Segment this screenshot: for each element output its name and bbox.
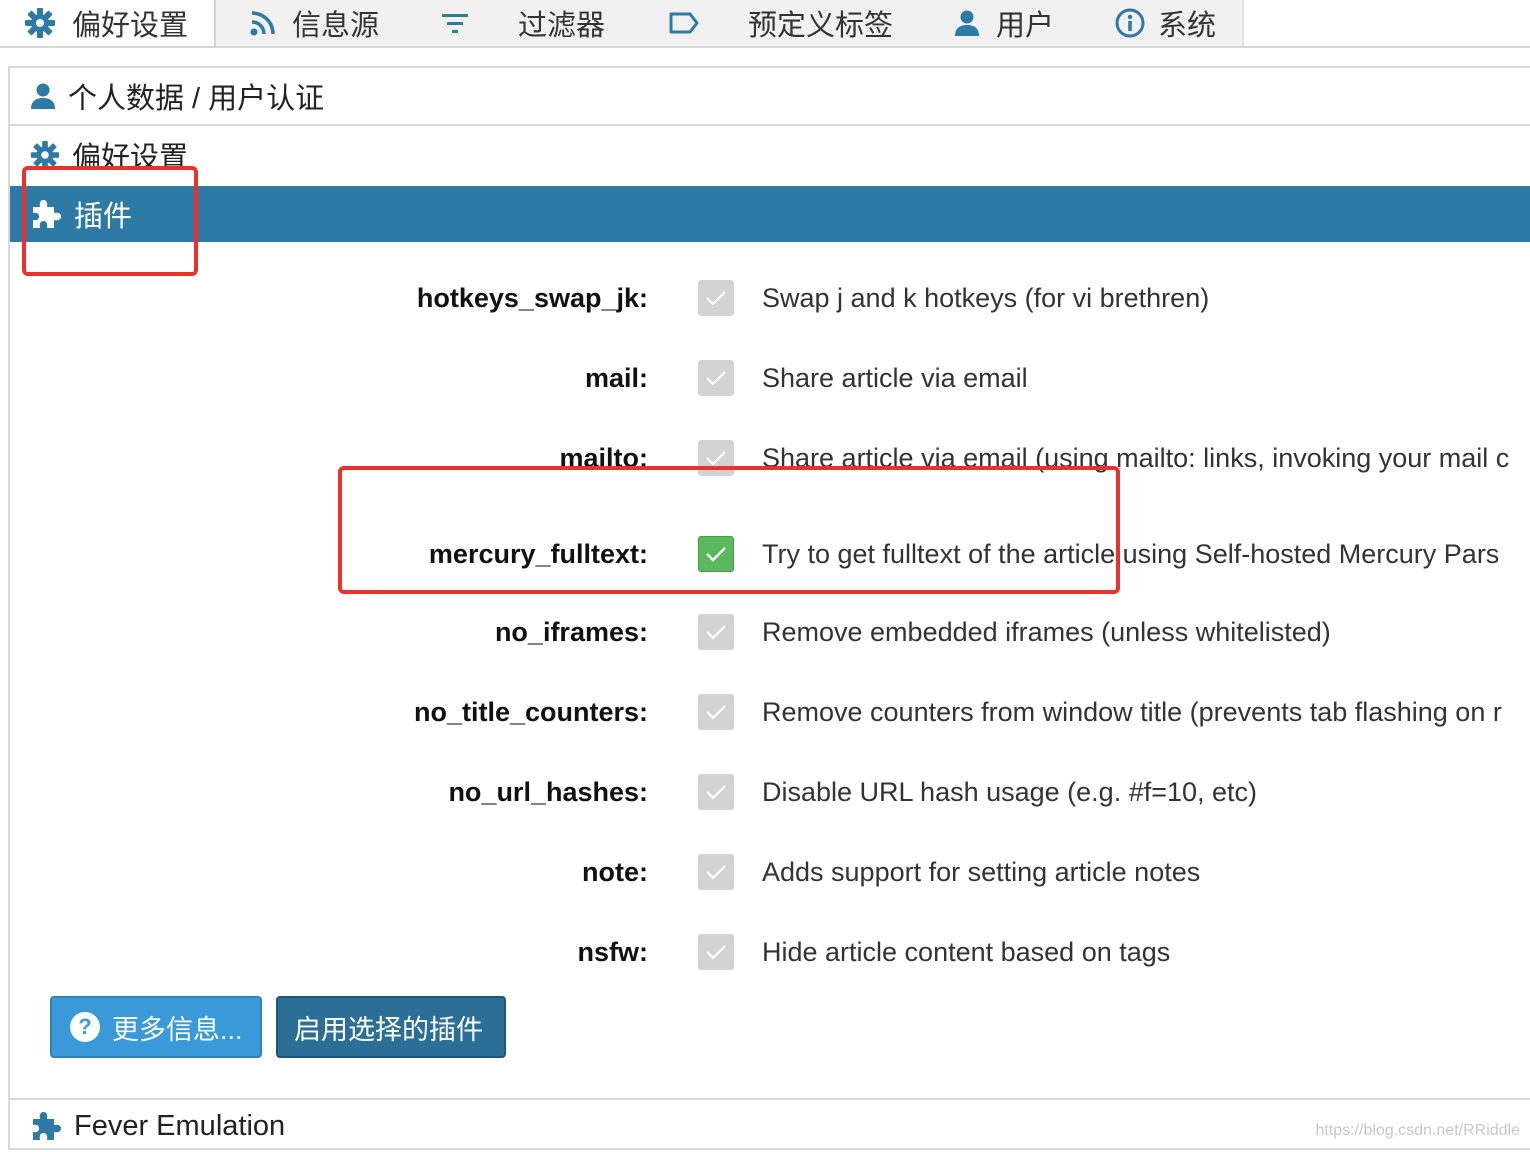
section-fever-emulation[interactable]: Fever Emulation bbox=[10, 1098, 1530, 1152]
section-title: 插件 bbox=[74, 193, 132, 235]
plugin-description: Swap j and k hotkeys (for vi brethren) bbox=[762, 278, 1209, 318]
check-icon bbox=[704, 702, 728, 722]
plugin-description: Hide article content based on tags bbox=[762, 932, 1170, 972]
plugin-row: no_url_hashes: Disable URL hash usage (e… bbox=[10, 772, 1530, 812]
plugin-name: mailto: bbox=[559, 438, 648, 478]
check-icon bbox=[704, 448, 728, 468]
section-title: 偏好设置 bbox=[72, 134, 188, 176]
plugin-row: no_iframes: Remove embedded iframes (unl… bbox=[10, 612, 1530, 652]
top-tab-bar: 偏好设置 信息源 过滤器 预定义标签 用户 系统 bbox=[0, 0, 1530, 48]
filter-icon bbox=[440, 11, 470, 35]
plugin-row: mail: Share article via email bbox=[10, 358, 1530, 398]
puzzle-icon bbox=[30, 198, 62, 230]
plugin-row: mailto: Share article via email (using m… bbox=[10, 438, 1530, 478]
check-icon bbox=[704, 942, 728, 962]
plugin-description: Disable URL hash usage (e.g. #f=10, etc) bbox=[762, 772, 1257, 812]
tab-preferences[interactable]: 偏好设置 bbox=[24, 0, 188, 46]
rss-icon bbox=[250, 10, 276, 36]
check-icon bbox=[704, 782, 728, 802]
plugin-name: no_url_hashes: bbox=[448, 772, 648, 812]
tab-label: 过滤器 bbox=[518, 2, 605, 44]
plugin-row: note: Adds support for setting article n… bbox=[10, 852, 1530, 892]
plugin-name: no_iframes: bbox=[495, 612, 648, 652]
gear-icon bbox=[30, 140, 60, 170]
tab-label: 预定义标签 bbox=[748, 2, 893, 44]
plugin-description: Remove embedded iframes (unless whitelis… bbox=[762, 612, 1331, 652]
gear-icon bbox=[24, 7, 56, 39]
section-plugins[interactable]: 插件 bbox=[10, 186, 1530, 242]
tab-system[interactable]: 系统 bbox=[1114, 0, 1216, 46]
enable-selected-plugins-button[interactable]: 启用选择的插件 bbox=[276, 996, 506, 1058]
plugin-checkbox[interactable] bbox=[698, 694, 734, 730]
tab-labels[interactable]: 预定义标签 bbox=[668, 0, 893, 46]
tab-filters[interactable]: 过滤器 bbox=[440, 0, 605, 46]
plugin-description: Share article via email bbox=[762, 358, 1028, 398]
check-icon bbox=[704, 862, 728, 882]
plugin-checkbox[interactable] bbox=[698, 536, 734, 572]
plugin-row: no_title_counters: Remove counters from … bbox=[10, 692, 1530, 732]
tab-feeds[interactable]: 信息源 bbox=[250, 0, 379, 46]
tab-label: 用户 bbox=[996, 2, 1054, 44]
watermark: https://blog.csdn.net/RRiddle bbox=[1315, 1122, 1520, 1140]
section-title: Fever Emulation bbox=[74, 1110, 285, 1143]
check-icon bbox=[704, 368, 728, 388]
plugin-name: mercury_fulltext: bbox=[429, 534, 648, 574]
preferences-panel: 个人数据 / 用户认证 偏好设置 插件 hotkeys_swap_jk: Swa… bbox=[8, 66, 1530, 1150]
help-icon: ? bbox=[70, 1012, 100, 1042]
plugin-name: nsfw: bbox=[578, 932, 649, 972]
section-title: 个人数据 / 用户认证 bbox=[68, 75, 324, 117]
puzzle-icon bbox=[30, 1110, 62, 1142]
plugin-name: hotkeys_swap_jk: bbox=[417, 278, 648, 318]
plugin-name: no_title_counters: bbox=[414, 692, 648, 732]
plugin-checkbox[interactable] bbox=[698, 934, 734, 970]
plugin-name: note: bbox=[582, 852, 648, 892]
user-icon bbox=[954, 9, 980, 37]
check-icon bbox=[704, 288, 728, 308]
plugin-checkbox[interactable] bbox=[698, 360, 734, 396]
plugin-description: Adds support for setting article notes bbox=[762, 852, 1200, 892]
tab-users[interactable]: 用户 bbox=[954, 0, 1054, 46]
plugin-checkbox[interactable] bbox=[698, 774, 734, 810]
plugin-name: mail: bbox=[585, 358, 648, 398]
button-label: 更多信息... bbox=[112, 1008, 243, 1047]
info-icon bbox=[1114, 7, 1146, 39]
tab-label: 偏好设置 bbox=[72, 2, 188, 44]
plugin-checkbox[interactable] bbox=[698, 280, 734, 316]
plugin-description: Share article via email (using mailto: l… bbox=[762, 438, 1509, 478]
user-icon bbox=[30, 82, 56, 110]
tab-label: 系统 bbox=[1158, 2, 1216, 44]
plugin-row: hotkeys_swap_jk: Swap j and k hotkeys (f… bbox=[10, 278, 1530, 318]
section-preferences[interactable]: 偏好设置 bbox=[10, 126, 1530, 184]
plugin-description: Remove counters from window title (preve… bbox=[762, 692, 1502, 732]
check-icon bbox=[704, 544, 728, 564]
plugin-description: Try to get fulltext of the article using… bbox=[762, 534, 1499, 574]
more-info-button[interactable]: ? 更多信息... bbox=[50, 996, 262, 1058]
section-profile[interactable]: 个人数据 / 用户认证 bbox=[10, 68, 1530, 126]
plugin-row: mercury_fulltext: Try to get fulltext of… bbox=[10, 534, 1530, 574]
plugin-checkbox[interactable] bbox=[698, 440, 734, 476]
plugin-checkbox[interactable] bbox=[698, 854, 734, 890]
button-label: 启用选择的插件 bbox=[294, 1008, 483, 1047]
label-icon bbox=[668, 11, 700, 35]
tab-label: 信息源 bbox=[292, 2, 379, 44]
plugin-checkbox[interactable] bbox=[698, 614, 734, 650]
check-icon bbox=[704, 622, 728, 642]
plugin-row: nsfw: Hide article content based on tags bbox=[10, 932, 1530, 972]
